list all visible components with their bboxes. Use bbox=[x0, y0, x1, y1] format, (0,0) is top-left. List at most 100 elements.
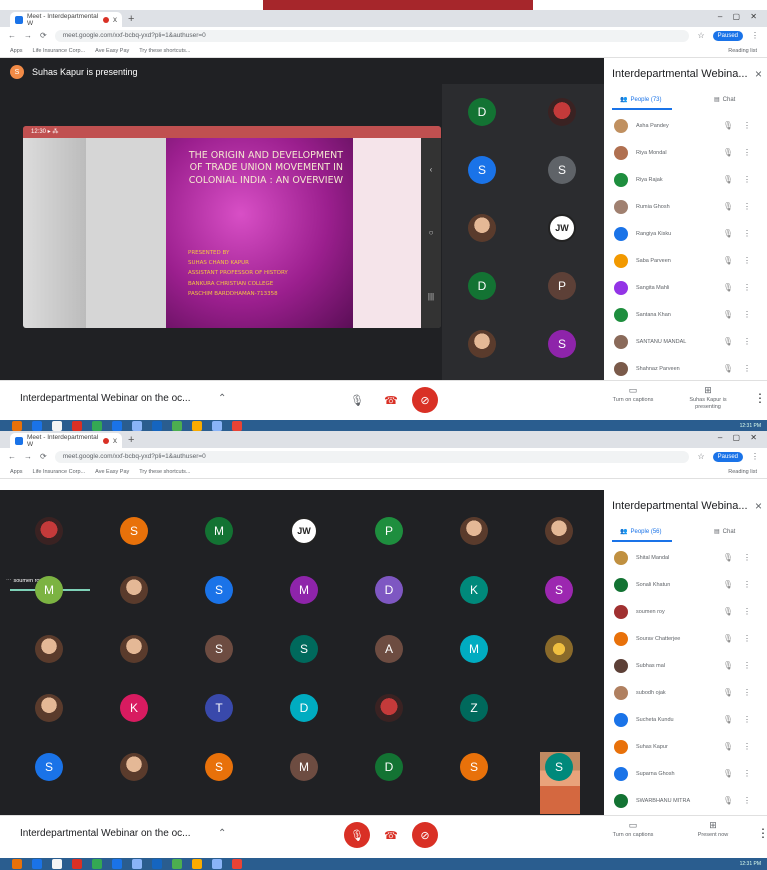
chevron-up-icon[interactable]: ⌃ bbox=[218, 393, 226, 404]
reload-icon[interactable]: ⟳ bbox=[40, 452, 47, 461]
participant-options-icon[interactable]: ⋮ bbox=[743, 634, 751, 643]
participant-options-icon[interactable]: ⋮ bbox=[743, 202, 751, 211]
bookmark-lic[interactable]: Life Insurance Corp... bbox=[33, 48, 86, 54]
mic-button[interactable]: 🎙 bbox=[344, 387, 370, 413]
taskbar-app-icon[interactable] bbox=[192, 859, 202, 869]
reading-list[interactable]: Reading list bbox=[728, 469, 757, 475]
participant-row[interactable]: Sangita Mahli 🎙 ⋮ bbox=[604, 274, 767, 301]
profile-button[interactable]: Paused bbox=[712, 30, 743, 41]
taskbar-app-icon[interactable] bbox=[52, 859, 62, 869]
url-input[interactable]: meet.google.com/xxf-bcbq-yxd?pli=1&authu… bbox=[54, 29, 690, 42]
window-controls[interactable]: – ▢ ✕ bbox=[718, 12, 761, 21]
participant-row[interactable]: Riya Mondal 🎙 ⋮ bbox=[604, 139, 767, 166]
participant-options-icon[interactable]: ⋮ bbox=[743, 148, 751, 157]
taskbar-app-icon[interactable] bbox=[132, 859, 142, 869]
participant-options-icon[interactable]: ⋮ bbox=[743, 337, 751, 346]
taskbar-app-icon[interactable] bbox=[212, 421, 222, 431]
new-tab-button[interactable]: + bbox=[128, 13, 134, 25]
present-button[interactable]: ⊞ Suhas Kapur is presenting bbox=[678, 385, 738, 411]
participant-options-icon[interactable]: ⋮ bbox=[743, 121, 751, 130]
taskbar-app-icon[interactable] bbox=[32, 859, 42, 869]
taskbar-app-icon[interactable] bbox=[152, 859, 162, 869]
taskbar-app-icon[interactable] bbox=[112, 421, 122, 431]
chevron-up-icon[interactable]: ⌃ bbox=[218, 828, 226, 839]
taskbar-app-icon[interactable] bbox=[72, 421, 82, 431]
tab-close-button[interactable]: x bbox=[113, 15, 117, 24]
tab-close-button[interactable]: x bbox=[113, 436, 117, 445]
menu-icon[interactable]: ⋮ bbox=[751, 452, 759, 461]
browser-tab[interactable]: Meet - Interdepartmental W x bbox=[10, 12, 122, 27]
participant-row[interactable]: Saba Parveen 🎙 ⋮ bbox=[604, 247, 767, 274]
participant-options-icon[interactable]: ⋮ bbox=[743, 310, 751, 319]
taskbar-app-icon[interactable] bbox=[12, 421, 22, 431]
star-icon[interactable]: ☆ bbox=[697, 452, 704, 461]
participant-options-icon[interactable]: ⋮ bbox=[743, 688, 751, 697]
bookmark-easy-pay[interactable]: Ave Easy Pay bbox=[95, 48, 129, 54]
leave-call-button[interactable]: ☎ bbox=[378, 387, 404, 413]
taskbar-app-icon[interactable] bbox=[12, 859, 22, 869]
participant-options-icon[interactable]: ⋮ bbox=[743, 742, 751, 751]
participant-options-icon[interactable]: ⋮ bbox=[743, 607, 751, 616]
close-panel-icon[interactable]: × bbox=[755, 499, 762, 513]
bookmark-lic[interactable]: Life Insurance Corp... bbox=[33, 469, 86, 475]
close-panel-icon[interactable]: × bbox=[755, 67, 762, 81]
url-input[interactable]: meet.google.com/xxf-bcbq-yxd?pli=1&authu… bbox=[54, 450, 690, 463]
participant-row[interactable]: SWARBHANU MITRA 🎙 ⋮ bbox=[604, 787, 767, 814]
participant-row[interactable]: Sourav Chatterjee 🎙 ⋮ bbox=[604, 625, 767, 652]
reading-list[interactable]: Reading list bbox=[728, 48, 757, 54]
participant-row[interactable]: Subhas mal 🎙 ⋮ bbox=[604, 652, 767, 679]
participant-options-icon[interactable]: ⋮ bbox=[743, 553, 751, 562]
browser-tab[interactable]: Meet - Interdepartmental W x bbox=[10, 433, 122, 448]
camera-off-button[interactable]: ⊘ bbox=[412, 387, 438, 413]
participant-options-icon[interactable]: ⋮ bbox=[743, 364, 751, 373]
window-controls[interactable]: – ▢ ✕ bbox=[718, 433, 761, 442]
participant-row[interactable]: Sucheta Kundu 🎙 ⋮ bbox=[604, 706, 767, 733]
bookmark-shortcuts[interactable]: Try these shortcuts... bbox=[139, 48, 190, 54]
camera-off-button[interactable]: ⊘ bbox=[412, 822, 438, 848]
participant-row[interactable]: Suhas Kapur 🎙 ⋮ bbox=[604, 733, 767, 760]
participant-options-icon[interactable]: ⋮ bbox=[743, 580, 751, 589]
captions-button[interactable]: ▭ Turn on captions bbox=[603, 385, 663, 404]
back-icon[interactable]: ← bbox=[8, 452, 16, 461]
participant-options-icon[interactable]: ⋮ bbox=[743, 256, 751, 265]
bookmark-easy-pay[interactable]: Ave Easy Pay bbox=[95, 469, 129, 475]
reload-icon[interactable]: ⟳ bbox=[40, 31, 47, 40]
participant-options-icon[interactable]: ⋮ bbox=[743, 769, 751, 778]
bookmark-apps[interactable]: Apps bbox=[10, 48, 23, 54]
leave-call-button[interactable]: ☎ bbox=[378, 822, 404, 848]
taskbar-app-icon[interactable] bbox=[32, 421, 42, 431]
tab-chat[interactable]: ▤ Chat bbox=[714, 96, 735, 104]
participant-row[interactable]: Rumia Ghosh 🎙 ⋮ bbox=[604, 193, 767, 220]
taskbar-app-icon[interactable] bbox=[212, 859, 222, 869]
participant-row[interactable]: Suparna Ghosh 🎙 ⋮ bbox=[604, 760, 767, 787]
taskbar-app-icon[interactable] bbox=[92, 421, 102, 431]
participant-options-icon[interactable]: ⋮ bbox=[743, 229, 751, 238]
taskbar-app-icon[interactable] bbox=[172, 421, 182, 431]
taskbar-app-icon[interactable] bbox=[112, 859, 122, 869]
bookmark-apps[interactable]: Apps bbox=[10, 469, 23, 475]
taskbar-app-icon[interactable] bbox=[232, 421, 242, 431]
participant-row[interactable]: SANTANU MANDAL 🎙 ⋮ bbox=[604, 328, 767, 355]
taskbar-app-icon[interactable] bbox=[132, 421, 142, 431]
mic-off-button[interactable]: 🎙 bbox=[344, 822, 370, 848]
taskbar-app-icon[interactable] bbox=[152, 421, 162, 431]
tab-people[interactable]: 👥 People (56) bbox=[620, 528, 662, 536]
participant-row[interactable]: Santana Khan 🎙 ⋮ bbox=[604, 301, 767, 328]
taskbar-app-icon[interactable] bbox=[52, 421, 62, 431]
tab-people[interactable]: 👥 People (73) bbox=[620, 96, 662, 104]
captions-button[interactable]: ▭ Turn on captions bbox=[603, 820, 663, 839]
taskbar-app-icon[interactable] bbox=[72, 859, 82, 869]
taskbar-app-icon[interactable] bbox=[232, 859, 242, 869]
meeting-title[interactable]: Interdepartmental Webinar on the oc... bbox=[20, 828, 190, 839]
participant-row[interactable]: Shital Mandal 🎙 ⋮ bbox=[604, 544, 767, 571]
new-tab-button[interactable]: + bbox=[128, 434, 134, 446]
participant-row[interactable]: subodh ojak 🎙 ⋮ bbox=[604, 679, 767, 706]
taskbar-app-icon[interactable] bbox=[172, 859, 182, 869]
participant-row[interactable]: Shahnaz Parveen 🎙 ⋮ bbox=[604, 355, 767, 382]
participant-options-icon[interactable]: ⋮ bbox=[743, 283, 751, 292]
menu-icon[interactable]: ⋮ bbox=[751, 31, 759, 40]
bookmark-shortcuts[interactable]: Try these shortcuts... bbox=[139, 469, 190, 475]
star-icon[interactable]: ☆ bbox=[697, 31, 704, 40]
more-options-icon[interactable]: ⋮ bbox=[754, 391, 766, 405]
participant-options-icon[interactable]: ⋮ bbox=[743, 175, 751, 184]
